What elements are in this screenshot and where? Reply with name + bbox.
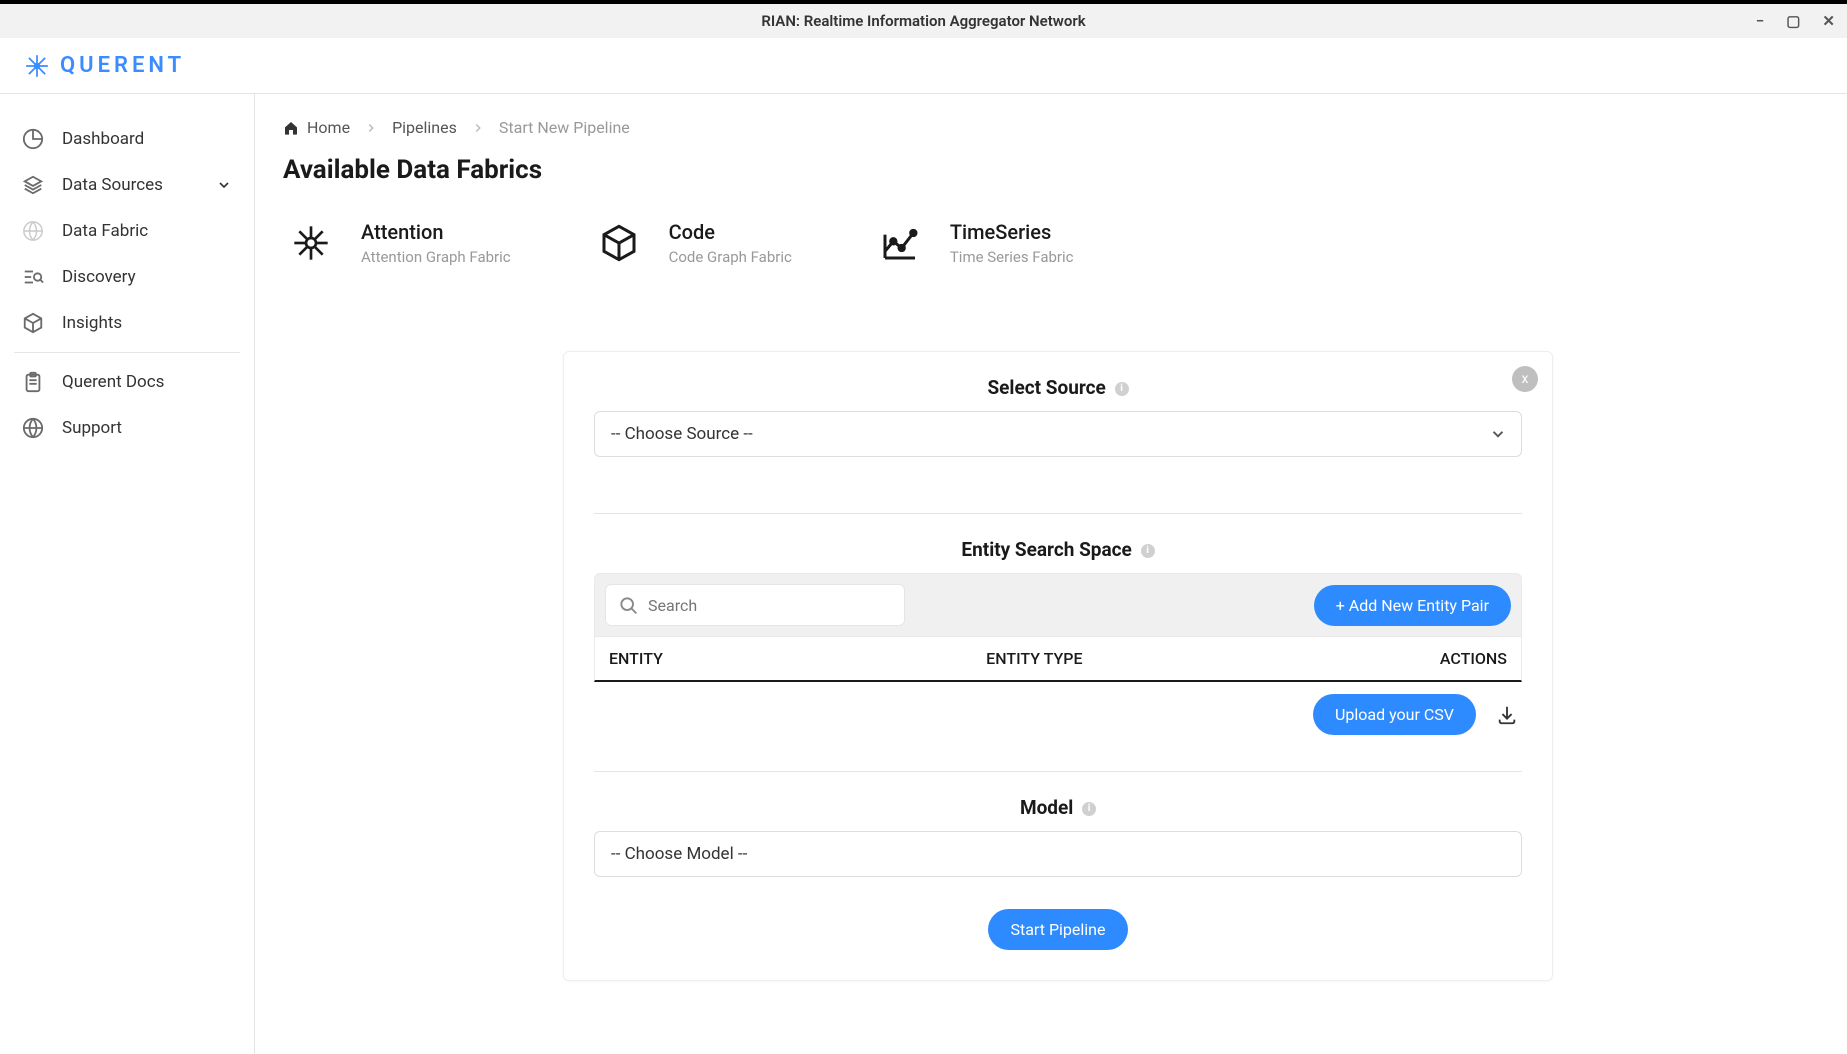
fabric-subtitle: Code Graph Fabric (669, 248, 792, 266)
window-controls: − ▢ ✕ (1756, 14, 1835, 29)
sidebar-item-label: Discovery (62, 267, 136, 287)
sidebar-item-support[interactable]: Support (12, 405, 242, 451)
package-icon (591, 215, 647, 271)
sidebar-item-label: Data Fabric (62, 221, 148, 241)
breadcrumb-home-label: Home (307, 118, 350, 137)
search-icon (618, 595, 638, 615)
chevron-down-icon (216, 177, 232, 193)
fabric-title: Attention (361, 220, 511, 244)
main-content: Home Pipelines Start New Pipeline Availa… (255, 94, 1847, 1054)
home-icon (283, 120, 299, 136)
divider (594, 771, 1522, 772)
sidebar-divider (14, 352, 240, 353)
layers-icon (22, 174, 44, 196)
sidebar: Dashboard Data Sources Data Fabric Disco… (0, 94, 255, 1054)
fabric-subtitle: Time Series Fabric (950, 248, 1074, 266)
fabric-row: Attention Attention Graph Fabric Code Co… (283, 215, 1819, 271)
entity-search-text: Entity Search Space (961, 538, 1131, 561)
model-select-value: -- Choose Model -- (611, 844, 747, 864)
th-entity: ENTITY (609, 649, 986, 668)
breadcrumb-pipelines[interactable]: Pipelines (392, 118, 457, 137)
add-entity-button[interactable]: + Add New Entity Pair (1314, 585, 1511, 626)
chevron-down-icon (1489, 425, 1507, 443)
fabric-title: TimeSeries (950, 220, 1074, 244)
brand-snowflake-icon (24, 53, 50, 79)
pie-chart-icon (22, 128, 44, 150)
brand-text: QUERENT (60, 53, 185, 78)
info-icon[interactable]: i (1115, 382, 1129, 396)
search-lines-icon (22, 266, 44, 288)
chevron-right-icon (364, 121, 378, 135)
minimize-button[interactable]: − (1756, 14, 1764, 29)
model-label-text: Model (1020, 796, 1073, 819)
th-entity-type: ENTITY TYPE (986, 649, 1345, 668)
sidebar-item-label: Dashboard (62, 129, 144, 149)
source-select-value: -- Choose Source -- (611, 424, 753, 444)
model-select[interactable]: -- Choose Model -- (594, 831, 1522, 877)
timeseries-icon (872, 215, 928, 271)
entity-search-label: Entity Search Space i (594, 538, 1522, 561)
window-title: RIAN: Realtime Information Aggregator Ne… (761, 12, 1085, 30)
sidebar-item-data-sources[interactable]: Data Sources (12, 162, 242, 208)
upload-csv-button[interactable]: Upload your CSV (1313, 694, 1476, 735)
info-icon[interactable]: i (1082, 802, 1096, 816)
th-actions: ACTIONS (1345, 649, 1507, 668)
model-label: Model i (594, 796, 1522, 819)
page-title: Available Data Fabrics (283, 155, 1819, 185)
info-icon[interactable]: i (1141, 544, 1155, 558)
close-icon: x (1522, 371, 1529, 387)
maximize-button[interactable]: ▢ (1786, 14, 1800, 29)
sidebar-item-docs[interactable]: Querent Docs (12, 359, 242, 405)
pipeline-panel: x Select Source i -- Choose Source -- En… (563, 351, 1553, 981)
fabric-card-attention[interactable]: Attention Attention Graph Fabric (283, 215, 511, 271)
fabric-card-timeseries[interactable]: TimeSeries Time Series Fabric (872, 215, 1074, 271)
globe-icon (22, 417, 44, 439)
download-icon[interactable] (1496, 704, 1518, 726)
source-select[interactable]: -- Choose Source -- (594, 411, 1522, 457)
cube-icon (22, 312, 44, 334)
sidebar-item-label: Data Sources (62, 175, 163, 195)
sidebar-item-discovery[interactable]: Discovery (12, 254, 242, 300)
entity-table-header: ENTITY ENTITY TYPE ACTIONS (594, 637, 1522, 682)
entity-search-input-wrap[interactable] (605, 584, 905, 626)
select-source-label: Select Source i (594, 376, 1522, 399)
titlebar: RIAN: Realtime Information Aggregator Ne… (0, 0, 1847, 38)
breadcrumb: Home Pipelines Start New Pipeline (283, 118, 1819, 137)
globe-grid-icon (22, 220, 44, 242)
fabric-card-code[interactable]: Code Code Graph Fabric (591, 215, 792, 271)
entity-search-input[interactable] (648, 596, 892, 615)
close-window-button[interactable]: ✕ (1822, 14, 1835, 29)
start-pipeline-button[interactable]: Start Pipeline (988, 909, 1127, 950)
fabric-title: Code (669, 220, 792, 244)
sidebar-item-data-fabric[interactable]: Data Fabric (12, 208, 242, 254)
breadcrumb-current: Start New Pipeline (499, 118, 630, 137)
upload-row: Upload your CSV (594, 682, 1522, 735)
chevron-right-icon (471, 121, 485, 135)
brand-logo[interactable]: QUERENT (24, 53, 185, 79)
sidebar-item-label: Querent Docs (62, 372, 164, 392)
fabric-subtitle: Attention Graph Fabric (361, 248, 511, 266)
sidebar-item-label: Insights (62, 313, 122, 333)
start-row: Start Pipeline (594, 909, 1522, 950)
sidebar-item-label: Support (62, 418, 122, 438)
brand-bar: QUERENT (0, 38, 1847, 94)
snowflake-icon (283, 215, 339, 271)
divider (594, 513, 1522, 514)
breadcrumb-pipelines-label: Pipelines (392, 118, 457, 137)
select-source-text: Select Source (987, 376, 1105, 399)
sidebar-item-dashboard[interactable]: Dashboard (12, 116, 242, 162)
entity-toolbar: + Add New Entity Pair (594, 573, 1522, 637)
sidebar-item-insights[interactable]: Insights (12, 300, 242, 346)
breadcrumb-home[interactable]: Home (283, 118, 350, 137)
clipboard-icon (22, 371, 44, 393)
